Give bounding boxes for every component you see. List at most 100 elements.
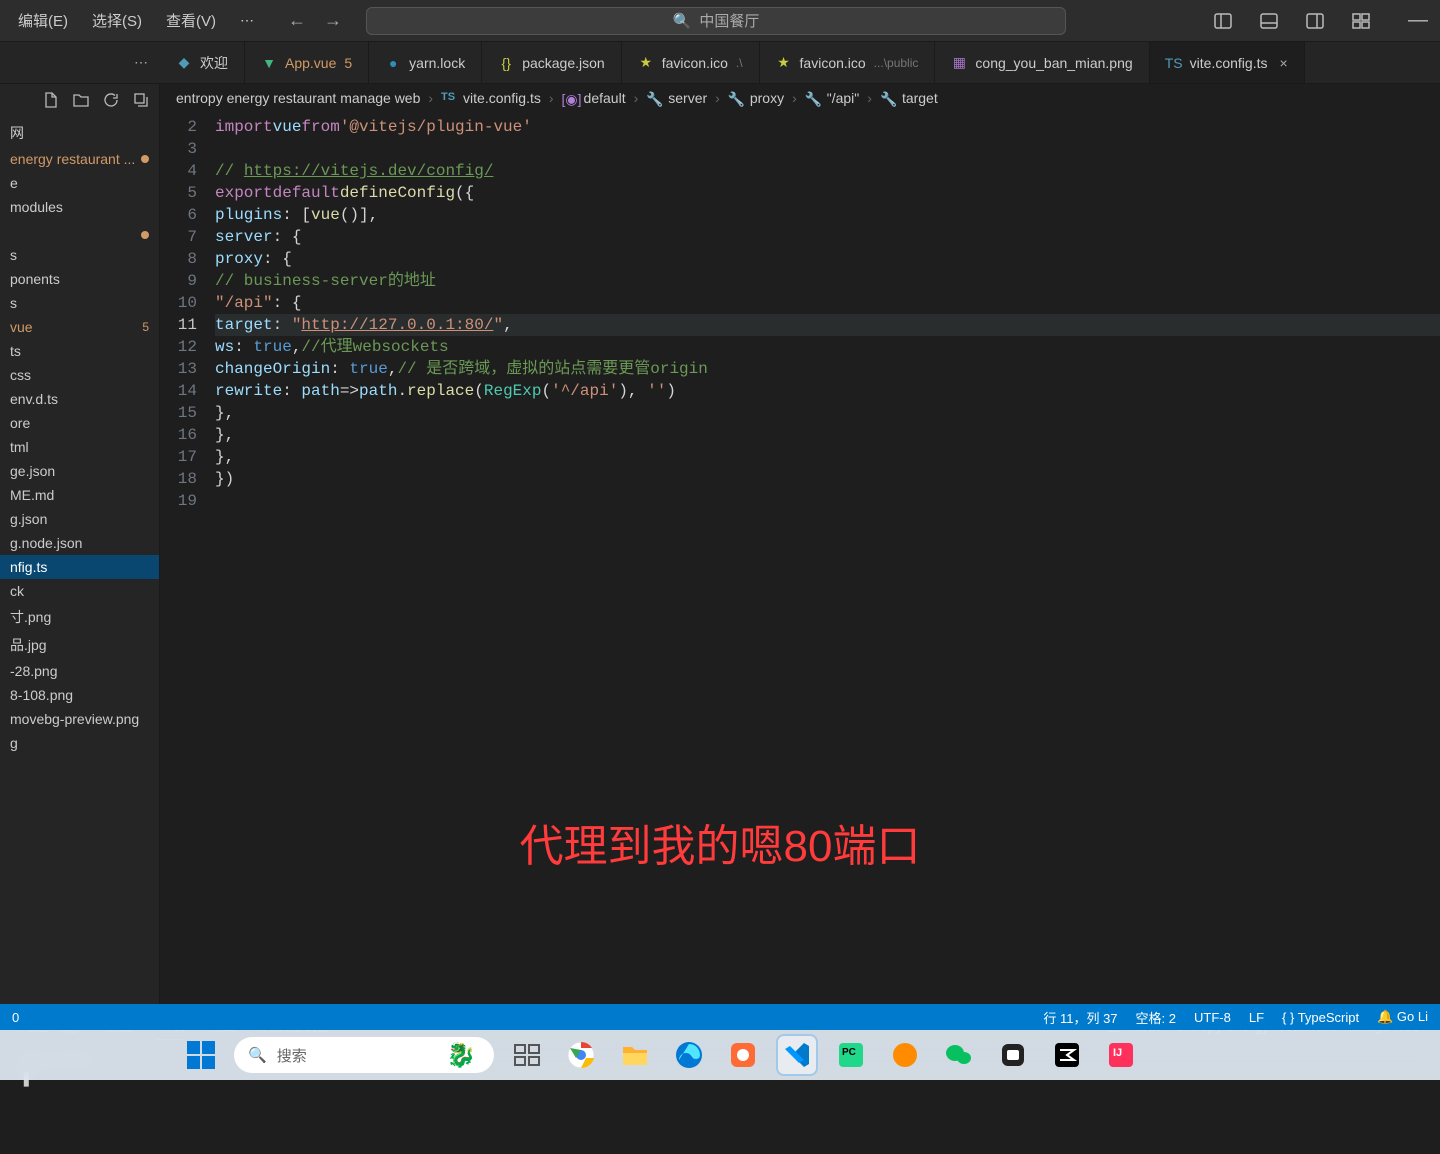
tree-item[interactable]: energy restaurant ... bbox=[0, 147, 159, 171]
breadcrumb[interactable]: entropy energy restaurant manage web›TSv… bbox=[160, 84, 1440, 112]
chevron-right-icon: › bbox=[549, 90, 554, 106]
tree-item[interactable]: g bbox=[0, 731, 159, 755]
tree-item[interactable]: -28.png bbox=[0, 659, 159, 683]
status-left[interactable]: 0 bbox=[12, 1010, 19, 1025]
status-item[interactable]: 行 11，列 37 bbox=[1043, 1008, 1117, 1027]
tree-item[interactable]: env.d.ts bbox=[0, 387, 159, 411]
tree-item[interactable]: modules bbox=[0, 195, 159, 219]
tab-cong-png[interactable]: ▦ cong_you_ban_mian.png bbox=[935, 42, 1149, 83]
layout-secondary-sidebar-icon[interactable] bbox=[1302, 8, 1328, 34]
tabbar: ⋯ ◆ 欢迎 ▼ App.vue 5 ● yarn.lock {} packag… bbox=[0, 42, 1440, 84]
statusbar: 0 行 11，列 37 空格: 2 UTF-8 LF { } TypeScript 🔔 G… bbox=[0, 1004, 1440, 1030]
breadcrumb-item[interactable]: server bbox=[668, 90, 707, 106]
line-gutter: 2345678910111213141516171819 bbox=[160, 112, 215, 1004]
wrench-icon: 🔧 bbox=[646, 91, 660, 105]
start-button[interactable] bbox=[180, 1034, 222, 1076]
tab-app-vue[interactable]: ▼ App.vue 5 bbox=[245, 42, 369, 83]
tree-item[interactable]: tml bbox=[0, 435, 159, 459]
layout-primary-sidebar-icon[interactable] bbox=[1210, 8, 1236, 34]
breadcrumb-item[interactable]: "/api" bbox=[827, 90, 860, 106]
tree-item[interactable]: ore bbox=[0, 411, 159, 435]
tree-item[interactable]: e bbox=[0, 171, 159, 195]
tree-item[interactable]: 网 bbox=[0, 119, 159, 147]
command-center[interactable]: 🔍 中国餐厅 bbox=[366, 7, 1066, 35]
breadcrumb-item[interactable]: default bbox=[584, 90, 626, 106]
explorer-sidebar: 网energy restaurant ...emodulessponentssv… bbox=[0, 84, 160, 1004]
taskbar-search[interactable]: 🔍 搜索 🐉 bbox=[234, 1037, 494, 1073]
tree-item[interactable]: g.node.json bbox=[0, 531, 159, 555]
tree-item[interactable]: ME.md bbox=[0, 483, 159, 507]
status-item[interactable]: LF bbox=[1249, 1010, 1264, 1025]
tree-item[interactable]: ts bbox=[0, 339, 159, 363]
task-view-icon[interactable] bbox=[506, 1034, 548, 1076]
menu-view[interactable]: 查看(V) bbox=[156, 4, 226, 37]
tree-item[interactable]: vue5 bbox=[0, 315, 159, 339]
nav-back-icon[interactable]: ← bbox=[288, 10, 306, 31]
vscode-icon[interactable] bbox=[776, 1034, 818, 1076]
app-circle-icon[interactable] bbox=[884, 1034, 926, 1076]
status-item[interactable]: UTF-8 bbox=[1194, 1010, 1231, 1025]
nav-forward-icon[interactable]: → bbox=[324, 10, 342, 31]
tab-vite-config[interactable]: TS vite.config.ts × bbox=[1150, 42, 1305, 83]
breadcrumb-item[interactable]: proxy bbox=[750, 90, 784, 106]
collapse-all-icon[interactable] bbox=[133, 92, 149, 111]
tree-item[interactable]: s bbox=[0, 243, 159, 267]
tree-item[interactable]: movebg-preview.png bbox=[0, 707, 159, 731]
tree-item[interactable]: s bbox=[0, 291, 159, 315]
window-minimize-icon[interactable]: — bbox=[1404, 5, 1432, 36]
tree-item[interactable]: css bbox=[0, 363, 159, 387]
file-tree[interactable]: 网energy restaurant ...emodulessponentssv… bbox=[0, 119, 159, 1004]
wrench-icon: 🔧 bbox=[880, 91, 894, 105]
tree-item[interactable] bbox=[0, 219, 159, 227]
breadcrumb-item[interactable]: vite.config.ts bbox=[463, 90, 541, 106]
wechat-icon[interactable] bbox=[938, 1034, 980, 1076]
tab-welcome[interactable]: ◆ 欢迎 bbox=[160, 42, 245, 83]
chrome-icon[interactable] bbox=[560, 1034, 602, 1076]
chevron-right-icon: › bbox=[428, 90, 433, 106]
edge-icon[interactable] bbox=[668, 1034, 710, 1076]
layout-panel-icon[interactable] bbox=[1256, 8, 1282, 34]
tab-package-json[interactable]: {} package.json bbox=[482, 42, 622, 83]
tree-item[interactable]: ponents bbox=[0, 267, 159, 291]
tree-item[interactable]: g.json bbox=[0, 507, 159, 531]
app-orange-icon[interactable] bbox=[722, 1034, 764, 1076]
new-file-icon[interactable] bbox=[43, 92, 59, 111]
status-item[interactable]: { } TypeScript bbox=[1282, 1010, 1359, 1025]
tree-item[interactable] bbox=[0, 227, 159, 243]
vscode-icon: ◆ bbox=[176, 55, 192, 71]
typescript-icon: TS bbox=[1166, 55, 1182, 71]
menu-select[interactable]: 选择(S) bbox=[82, 4, 152, 37]
file-explorer-icon[interactable] bbox=[614, 1034, 656, 1076]
refresh-icon[interactable] bbox=[103, 92, 119, 111]
tab-label: App.vue bbox=[285, 55, 336, 71]
tab-favicon-2[interactable]: ★ favicon.ico ...\public bbox=[760, 42, 936, 83]
tree-item[interactable]: 品.jpg bbox=[0, 631, 159, 659]
breadcrumb-item[interactable]: entropy energy restaurant manage web bbox=[176, 90, 420, 106]
close-icon[interactable]: × bbox=[1279, 55, 1287, 71]
tree-item[interactable]: ge.json bbox=[0, 459, 159, 483]
tab-yarn-lock[interactable]: ● yarn.lock bbox=[369, 42, 482, 83]
app-dark-icon[interactable] bbox=[992, 1034, 1034, 1076]
breadcrumb-item[interactable]: target bbox=[902, 90, 938, 106]
pycharm-icon[interactable]: PC bbox=[830, 1034, 872, 1076]
code-content[interactable]: import vue from '@vitejs/plugin-vue'// h… bbox=[215, 112, 1440, 1004]
status-item[interactable]: 🔔 Go Li bbox=[1377, 1009, 1428, 1025]
tree-item[interactable]: nfig.ts bbox=[0, 555, 159, 579]
customize-layout-icon[interactable] bbox=[1348, 8, 1374, 34]
search-placeholder: 搜索 bbox=[277, 1045, 307, 1066]
tab-favicon-1[interactable]: ★ favicon.ico .\ bbox=[622, 42, 760, 83]
intellij-icon[interactable]: IJ bbox=[1100, 1034, 1142, 1076]
new-folder-icon[interactable] bbox=[73, 92, 89, 111]
tab-badge: 5 bbox=[344, 55, 352, 71]
menu-more-icon[interactable]: ⋯ bbox=[230, 6, 264, 35]
json-icon: {} bbox=[498, 55, 514, 71]
tree-item[interactable]: 寸.png bbox=[0, 603, 159, 631]
search-icon: 🔍 bbox=[248, 1046, 267, 1064]
menu-edit[interactable]: 编辑(E) bbox=[8, 4, 78, 37]
capcut-icon[interactable] bbox=[1046, 1034, 1088, 1076]
tree-item[interactable]: 8-108.png bbox=[0, 683, 159, 707]
status-item[interactable]: 空格: 2 bbox=[1136, 1008, 1176, 1027]
tab-label: vite.config.ts bbox=[1190, 55, 1268, 71]
code-editor[interactable]: 2345678910111213141516171819 import vue … bbox=[160, 112, 1440, 1004]
tree-item[interactable]: ck bbox=[0, 579, 159, 603]
